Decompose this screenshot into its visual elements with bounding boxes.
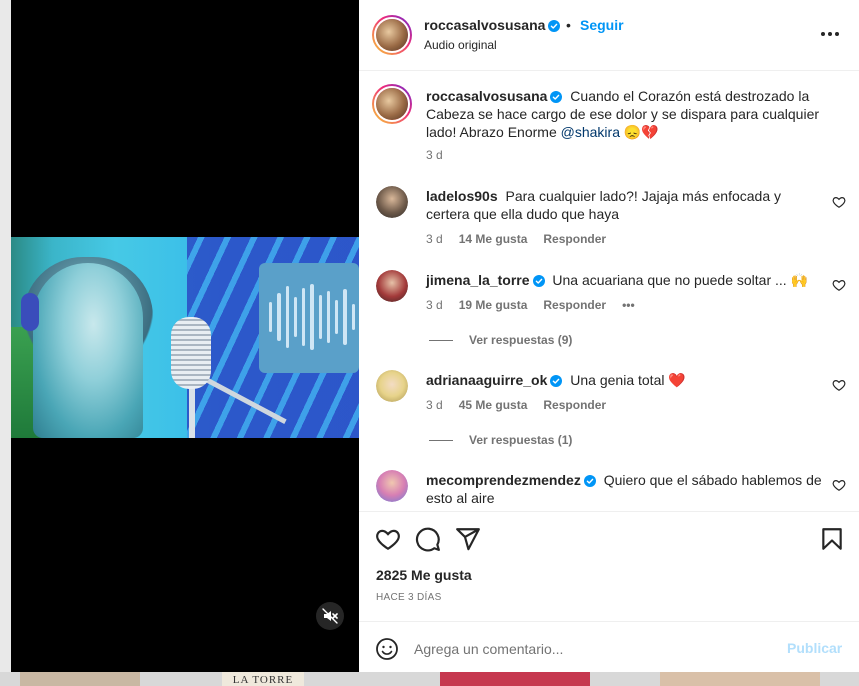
media-viewer[interactable] (11, 0, 359, 672)
post-actions: 2825 Me gusta HACE 3 DÍAS (359, 511, 859, 621)
heart-icon[interactable] (832, 378, 846, 392)
background-thumbnail (440, 672, 590, 686)
comment-input[interactable] (414, 636, 774, 662)
comment-likes[interactable]: 45 Me gusta (459, 398, 528, 412)
post-side-panel: roccasalvosusana • Seguir Audio original… (359, 0, 859, 672)
avatar[interactable] (372, 84, 412, 124)
avatar[interactable] (376, 370, 408, 402)
bookmark-icon[interactable] (819, 526, 845, 552)
background-thumbnail: LA TORRE (222, 672, 304, 686)
video-microphone (171, 317, 211, 389)
publish-button[interactable]: Publicar (787, 640, 842, 656)
comment-text: ladelos90s Para cualquier lado?! Jajaja … (426, 188, 782, 222)
comment-time[interactable]: 3 d (426, 398, 443, 412)
comment-more-button[interactable]: ••• (622, 298, 635, 312)
muted-speaker-icon[interactable] (316, 602, 344, 630)
comment-time[interactable]: 3 d (426, 298, 443, 312)
heart-icon[interactable] (832, 278, 846, 292)
comment-username[interactable]: mecomprendezmendez (426, 472, 596, 488)
header-username[interactable]: roccasalvosusana (424, 17, 561, 33)
header-separator: • (566, 17, 571, 33)
video-soundwave (269, 281, 355, 353)
view-replies-button[interactable]: Ver respuestas (9) (429, 333, 572, 347)
caption-emojis: 😞💔 (623, 124, 659, 140)
video-mic-stand (189, 387, 195, 438)
comment-likes[interactable]: 19 Me gusta (459, 298, 528, 312)
avatar[interactable] (372, 15, 412, 55)
comment-emoji: 🙌 (790, 272, 808, 288)
follow-button[interactable]: Seguir (580, 17, 624, 33)
comment-meta: 3 d 45 Me gusta Responder (426, 398, 606, 412)
comments-list[interactable]: roccasalvosusana Cuando el Corazón está … (359, 72, 859, 510)
verified-badge-icon (583, 475, 596, 487)
comment-text: jimena_la_torre Una acuariana que no pue… (426, 272, 808, 288)
post-header: roccasalvosusana • Seguir Audio original (359, 0, 859, 71)
video-frame[interactable] (11, 237, 359, 438)
caption-time[interactable]: 3 d (426, 148, 443, 162)
avatar[interactable] (376, 186, 408, 218)
heart-icon[interactable] (832, 195, 846, 209)
smiley-icon[interactable] (375, 637, 399, 661)
comment-time[interactable]: 3 d (426, 232, 443, 246)
comment-emoji: ❤️ (668, 372, 686, 388)
likes-count[interactable]: 2825 Me gusta (376, 567, 472, 583)
mention-link[interactable]: @shakira (561, 124, 620, 140)
verified-badge-icon (548, 20, 561, 32)
more-horizontal-icon[interactable] (821, 24, 839, 44)
heart-icon[interactable] (832, 478, 846, 492)
avatar[interactable] (376, 470, 408, 502)
video-person (33, 263, 143, 438)
reply-button[interactable]: Responder (543, 232, 606, 246)
verified-badge-icon (550, 91, 563, 103)
comment-username[interactable]: adrianaaguirre_ok (426, 372, 563, 388)
comment-meta: 3 d 14 Me gusta Responder (426, 232, 606, 246)
verified-badge-icon (550, 375, 563, 387)
reply-button[interactable]: Responder (543, 298, 606, 312)
comment-username[interactable]: jimena_la_torre (426, 272, 545, 288)
view-replies-button[interactable]: Ver respuestas (1) (429, 433, 572, 447)
background-feed-strip: LA TORRE (0, 672, 859, 686)
video-headphone (21, 293, 39, 331)
heart-icon[interactable] (375, 526, 401, 552)
caption-meta: 3 d (426, 148, 443, 162)
post-timestamp: HACE 3 DÍAS (376, 592, 442, 603)
comment-username[interactable]: ladelos90s (426, 188, 498, 204)
comment-likes[interactable]: 14 Me gusta (459, 232, 528, 246)
replies-divider (429, 339, 453, 341)
avatar[interactable] (376, 270, 408, 302)
replies-divider (429, 439, 453, 441)
background-thumbnail (660, 672, 820, 686)
comment-text: adrianaaguirre_ok Una genia total ❤️ (426, 372, 686, 388)
verified-badge-icon (532, 275, 545, 287)
comment-icon[interactable] (415, 526, 441, 552)
comment-composer: Publicar (359, 621, 859, 672)
comment-text: mecomprendezmendez Quiero que el sábado … (426, 472, 822, 506)
reply-button[interactable]: Responder (543, 398, 606, 412)
background-thumbnail (20, 672, 140, 686)
comment-meta: 3 d 19 Me gusta Responder ••• (426, 298, 635, 312)
caption-text: roccasalvosusana Cuando el Corazón está … (426, 88, 820, 140)
caption-username[interactable]: roccasalvosusana (426, 88, 563, 104)
audio-link[interactable]: Audio original (424, 38, 497, 52)
send-icon[interactable] (455, 526, 481, 552)
